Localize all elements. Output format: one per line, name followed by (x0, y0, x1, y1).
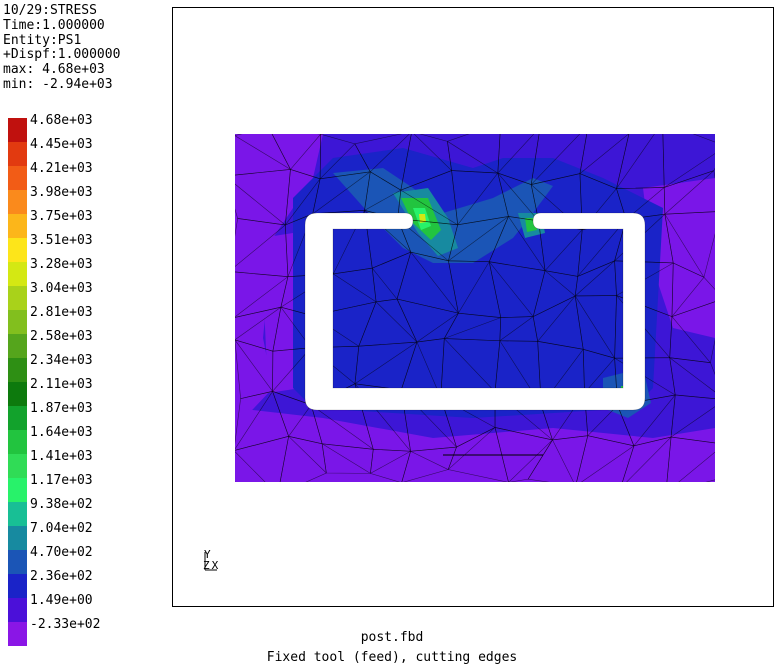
file-name-label: post.fbd (360, 630, 424, 645)
legend-swatch (8, 142, 27, 166)
legend-swatch (8, 166, 27, 190)
legend-value-label: 9.38e+02 (30, 497, 93, 512)
legend-value-label: 7.04e+02 (30, 521, 93, 536)
legend-value-label: 1.87e+03 (30, 401, 93, 416)
legend-value-label: 1.49e+00 (30, 593, 93, 608)
viewport-frame[interactable] (172, 7, 774, 607)
legend-value-label: 2.11e+03 (30, 377, 93, 392)
legend-swatch (8, 454, 27, 478)
legend-swatch (8, 334, 27, 358)
max-value-label: max: 4.68e+03 (3, 62, 105, 78)
legend-value-label: 3.75e+03 (30, 209, 93, 224)
legend-swatch (8, 526, 27, 550)
legend-value-label: 1.64e+03 (30, 425, 93, 440)
legend-value-label: 2.34e+03 (30, 353, 93, 368)
legend-swatch (8, 238, 27, 262)
legend-value-label: 1.17e+03 (30, 473, 93, 488)
legend-value-label: 3.98e+03 (30, 185, 93, 200)
legend-swatch (8, 190, 27, 214)
stress-contour-plot[interactable] (173, 8, 773, 606)
axis-triad: Y ZX (203, 549, 218, 571)
legend-value-label: 3.04e+03 (30, 281, 93, 296)
legend-swatch (8, 598, 27, 622)
legend-swatch (8, 574, 27, 598)
legend-value-label: 4.70e+02 (30, 545, 93, 560)
legend-swatch (8, 310, 27, 334)
legend-swatch (8, 286, 27, 310)
legend-swatch (8, 502, 27, 526)
legend-value-label: 2.36e+02 (30, 569, 93, 584)
triad-icon (204, 552, 217, 571)
entity-label: Entity:PS1 (3, 32, 82, 48)
legend-value-label: 2.58e+03 (30, 329, 93, 344)
legend-value-label: 4.68e+03 (30, 113, 93, 128)
min-value-label: min: -2.94e+03 (3, 76, 113, 92)
legend-value-label: 4.21e+03 (30, 161, 93, 176)
model-description-label: Fixed tool (feed), cutting edges (266, 650, 518, 665)
legend-value-label: 3.28e+03 (30, 257, 93, 272)
legend-swatch (8, 214, 27, 238)
legend-value-label: 3.51e+03 (30, 233, 93, 248)
legend-value-label: 2.81e+03 (30, 305, 93, 320)
legend-swatch (8, 478, 27, 502)
legend-value-label: 4.45e+03 (30, 137, 93, 152)
time-label: Time:1.000000 (3, 17, 105, 33)
legend-swatch (8, 550, 27, 574)
legend-swatch (8, 430, 27, 454)
result-header: 10/29:STRESS Time:1.000000 Entity:PS1 +D… (3, 3, 121, 93)
legend-swatch (8, 262, 27, 286)
legend-swatch (8, 382, 27, 406)
legend-swatch (8, 358, 27, 382)
displacement-factor-label: +Dispf:1.000000 (3, 47, 121, 63)
legend-swatch (8, 118, 27, 142)
legend-value-label: 1.41e+03 (30, 449, 93, 464)
dataset-label: 10/29:STRESS (3, 3, 97, 18)
legend-swatch (8, 406, 27, 430)
